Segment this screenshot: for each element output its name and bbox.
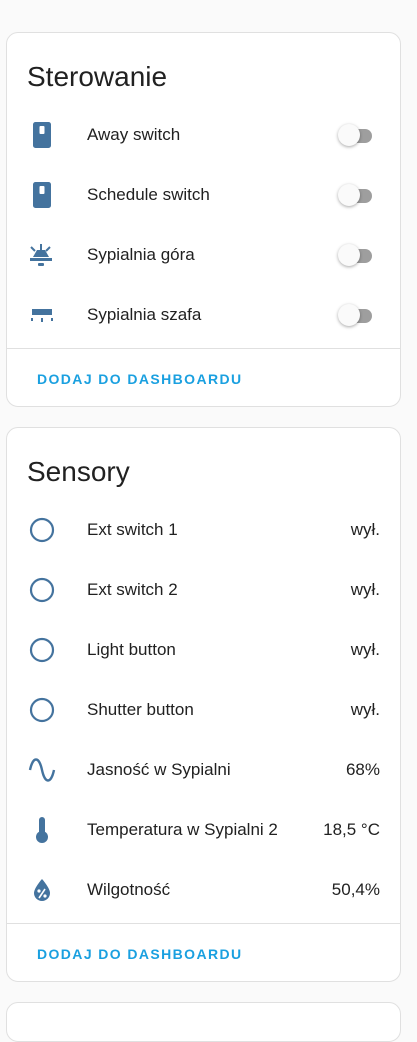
sensor-label: Wilgotność	[87, 880, 171, 899]
circle-outline-icon	[27, 635, 57, 665]
circle-outline-icon	[27, 575, 57, 605]
ceiling-light-icon	[27, 240, 57, 270]
sypialnia-szafa-toggle[interactable]	[338, 304, 374, 326]
entity-label: Sypialnia góra	[87, 245, 195, 264]
sensor-value: wył.	[350, 700, 380, 719]
entity-row-schedule-switch[interactable]: Schedule switch	[7, 165, 400, 225]
next-card	[6, 1002, 401, 1042]
entity-row-sypialnia-szafa[interactable]: Sypialnia szafa	[7, 285, 400, 345]
sensor-value: 68%	[345, 760, 380, 779]
toggle-knob	[338, 244, 360, 266]
circle-outline-icon	[27, 515, 57, 545]
sensor-label: Shutter button	[87, 700, 194, 719]
sensor-value: wył.	[350, 580, 380, 599]
water-percent-icon	[27, 875, 57, 905]
light-switch-icon	[27, 120, 57, 150]
sensor-row-light-button[interactable]: Light button wył.	[7, 620, 400, 680]
card-divider	[7, 348, 400, 349]
sensor-value: wył.	[350, 520, 380, 539]
schedule-switch-toggle[interactable]	[338, 184, 374, 206]
card-divider	[7, 923, 400, 924]
sypialnia-gora-toggle[interactable]	[338, 244, 374, 266]
sensor-label: Ext switch 1	[87, 520, 178, 539]
sterowanie-card: Sterowanie Away switch Schedule switch S…	[6, 32, 401, 407]
sensor-label: Temperatura w Sypialni 2	[87, 820, 278, 839]
sensor-value: wył.	[350, 640, 380, 659]
toggle-knob	[338, 184, 360, 206]
toggle-knob	[338, 304, 360, 326]
away-switch-toggle[interactable]	[338, 124, 374, 146]
sensor-row-temperatura[interactable]: Temperatura w Sypialni 2 18,5 °C	[7, 800, 400, 860]
toggle-knob	[338, 124, 360, 146]
entity-label: Sypialnia szafa	[87, 305, 202, 324]
sensor-row-wilgotnosc[interactable]: Wilgotność 50,4%	[7, 860, 400, 920]
entity-label: Away switch	[87, 125, 181, 144]
thermometer-icon	[27, 815, 57, 845]
sensor-label: Ext switch 2	[87, 580, 178, 599]
sensor-row-shutter-button[interactable]: Shutter button wył.	[7, 680, 400, 740]
entity-row-away-switch[interactable]: Away switch	[7, 105, 400, 165]
sensor-label: Jasność w Sypialni	[87, 760, 231, 779]
entity-label: Schedule switch	[87, 185, 210, 204]
sensor-value: 50,4%	[331, 880, 380, 899]
card-title-sensory: Sensory	[27, 456, 130, 487]
sensor-row-ext-switch-1[interactable]: Ext switch 1 wył.	[7, 500, 400, 560]
sine-wave-icon	[27, 755, 57, 785]
card-title-sterowanie: Sterowanie	[27, 61, 168, 92]
entity-row-sypialnia-gora[interactable]: Sypialnia góra	[7, 225, 400, 285]
sensor-value: 18,5 °C	[323, 820, 380, 839]
light-switch-icon	[27, 180, 57, 210]
wall-light-icon	[27, 300, 57, 330]
sensory-card: Sensory Ext switch 1 wył. Ext switch 2 w…	[6, 427, 401, 982]
add-to-dashboard-button[interactable]: DODAJ DO DASHBOARDU	[37, 946, 243, 962]
circle-outline-icon	[27, 695, 57, 725]
add-to-dashboard-button[interactable]: DODAJ DO DASHBOARDU	[37, 371, 243, 387]
sensor-label: Light button	[87, 640, 176, 659]
sensor-row-ext-switch-2[interactable]: Ext switch 2 wył.	[7, 560, 400, 620]
sensor-row-jasnosc[interactable]: Jasność w Sypialni 68%	[7, 740, 400, 800]
